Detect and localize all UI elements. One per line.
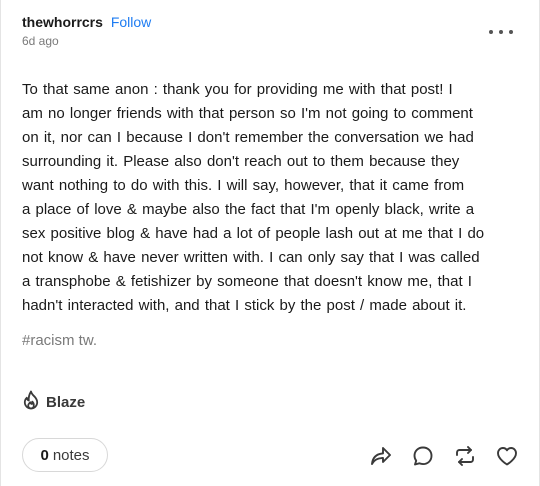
post-body: To that same anon : thank you for provid…	[22, 78, 520, 318]
follow-button[interactable]: Follow	[111, 14, 151, 30]
post-timestamp[interactable]: 6d ago	[22, 34, 151, 48]
body-line: am no longer friends with that person so…	[22, 105, 473, 122]
post-actions	[367, 442, 521, 470]
body-line: sex positive blog & have had a lot of pe…	[22, 225, 485, 242]
ellipsis-icon[interactable]	[489, 24, 513, 40]
notes-count: 0	[40, 446, 49, 464]
blaze-button[interactable]: Blaze	[22, 390, 85, 414]
body-line: hadn't interacted with, and that I stick…	[22, 297, 467, 314]
reblog-icon[interactable]	[451, 442, 479, 470]
blog-line: thewhorrcrs Follow	[22, 12, 151, 32]
body-line: not know & have never written with. I ca…	[22, 249, 480, 266]
like-icon[interactable]	[493, 442, 521, 470]
share-icon[interactable]	[367, 442, 395, 470]
body-line: a place of love & maybe also the fact th…	[22, 201, 475, 218]
post-card: thewhorrcrs Follow 6d ago To that same a…	[0, 0, 540, 486]
reply-icon[interactable]	[409, 442, 437, 470]
flame-icon	[22, 390, 40, 414]
blaze-label: Blaze	[46, 393, 86, 411]
post-tag[interactable]: #racism tw.	[22, 332, 97, 349]
post-header: thewhorrcrs Follow 6d ago	[22, 12, 151, 48]
body-line: a transphobe & fetishizer by someone tha…	[22, 273, 472, 290]
body-line: surrounding it. Please also don't reach …	[22, 153, 460, 170]
body-line: want nothing to do with this. I will say…	[22, 177, 465, 194]
notes-label: notes	[52, 446, 90, 464]
notes-button[interactable]: 0 notes	[22, 438, 108, 472]
blog-name[interactable]: thewhorrcrs	[22, 14, 103, 30]
body-line: To that same anon : thank you for provid…	[22, 81, 453, 98]
body-line: on it, nor can I because I don't remembe…	[22, 129, 474, 146]
